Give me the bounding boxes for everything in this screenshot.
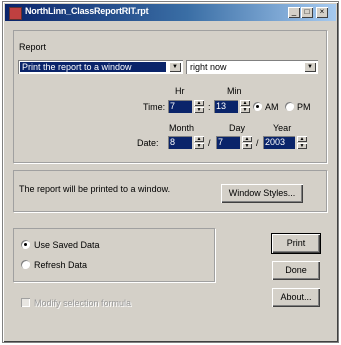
arrow-up-icon[interactable]: ▲ — [240, 100, 250, 106]
hour-spin-buttons[interactable]: ▲ ▼ — [194, 100, 204, 113]
minute-stepper[interactable]: 13 ▲ ▼ — [214, 100, 250, 113]
hour-stepper[interactable]: 7 ▲ ▼ — [168, 100, 204, 113]
status-message: The report will be printed to a window. — [19, 184, 171, 194]
destination-select[interactable]: Print the report to a window ▼ — [18, 60, 183, 74]
window-styles-button[interactable]: Window Styles... — [221, 184, 303, 203]
refresh-data-radio[interactable] — [21, 260, 30, 269]
arrow-down-icon[interactable]: ▼ — [242, 143, 252, 149]
arrow-up-icon[interactable]: ▲ — [194, 136, 204, 142]
time-label: Time: — [143, 102, 166, 112]
day-label: Day — [229, 123, 246, 133]
date-separator-2: / — [256, 138, 259, 148]
maximize-button[interactable]: □ — [301, 7, 313, 18]
month-value[interactable]: 8 — [168, 136, 192, 149]
year-label: Year — [273, 123, 292, 133]
data-options-group — [13, 228, 215, 282]
arrow-up-icon[interactable]: ▲ — [297, 136, 307, 142]
month-stepper[interactable]: 8 ▲ ▼ — [168, 136, 204, 149]
arrow-up-icon[interactable]: ▲ — [242, 136, 252, 142]
minimize-button[interactable]: _ — [288, 7, 300, 18]
day-spin-buttons[interactable]: ▲ ▼ — [242, 136, 252, 149]
use-saved-data-label: Use Saved Data — [34, 240, 100, 250]
pm-radio[interactable] — [285, 102, 294, 111]
hour-value[interactable]: 7 — [168, 100, 192, 113]
month-label: Month — [169, 123, 195, 133]
close-button[interactable]: × — [316, 7, 328, 18]
year-spin-buttons[interactable]: ▲ ▼ — [297, 136, 307, 149]
schedule-select[interactable]: right now ▼ — [186, 60, 318, 74]
minute-value[interactable]: 13 — [214, 100, 238, 113]
refresh-data-label: Refresh Data — [34, 260, 88, 270]
minute-spin-buttons[interactable]: ▲ ▼ — [240, 100, 250, 113]
time-separator: : — [208, 102, 211, 112]
report-group-label: Report — [19, 42, 47, 52]
print-button[interactable]: Print — [271, 233, 321, 254]
arrow-down-icon[interactable]: ▼ — [194, 143, 204, 149]
modify-selection-label: Modify selection formula — [34, 298, 132, 308]
am-radio[interactable] — [253, 102, 262, 111]
date-label: Date: — [137, 138, 159, 148]
date-separator-1: / — [208, 138, 211, 148]
pm-label: PM — [297, 102, 311, 112]
day-stepper[interactable]: 7 ▲ ▼ — [216, 136, 252, 149]
year-stepper[interactable]: 2003 ▲ ▼ — [263, 136, 307, 149]
title-bar[interactable]: NorthLinn_ClassReportRIT.rpt _ □ × — [5, 4, 336, 21]
app-icon — [9, 7, 22, 20]
arrow-down-icon[interactable]: ▼ — [297, 143, 307, 149]
day-value[interactable]: 7 — [216, 136, 240, 149]
use-saved-data-radio[interactable] — [21, 240, 30, 249]
report-dialog: NorthLinn_ClassReportRIT.rpt _ □ × Repor… — [2, 1, 339, 343]
chevron-down-icon[interactable]: ▼ — [304, 62, 316, 72]
arrow-down-icon[interactable]: ▼ — [194, 107, 204, 113]
year-value[interactable]: 2003 — [263, 136, 295, 149]
min-label: Min — [227, 86, 242, 96]
hr-label: Hr — [175, 86, 185, 96]
schedule-value: right now — [190, 62, 227, 72]
window-title: NorthLinn_ClassReportRIT.rpt — [25, 6, 149, 16]
chevron-down-icon[interactable]: ▼ — [169, 62, 181, 72]
done-button[interactable]: Done — [272, 261, 320, 280]
destination-value: Print the report to a window — [20, 62, 166, 72]
am-label: AM — [265, 102, 279, 112]
modify-selection-checkbox[interactable] — [21, 298, 30, 307]
month-spin-buttons[interactable]: ▲ ▼ — [194, 136, 204, 149]
about-button[interactable]: About... — [272, 288, 320, 307]
arrow-down-icon[interactable]: ▼ — [240, 107, 250, 113]
arrow-up-icon[interactable]: ▲ — [194, 100, 204, 106]
